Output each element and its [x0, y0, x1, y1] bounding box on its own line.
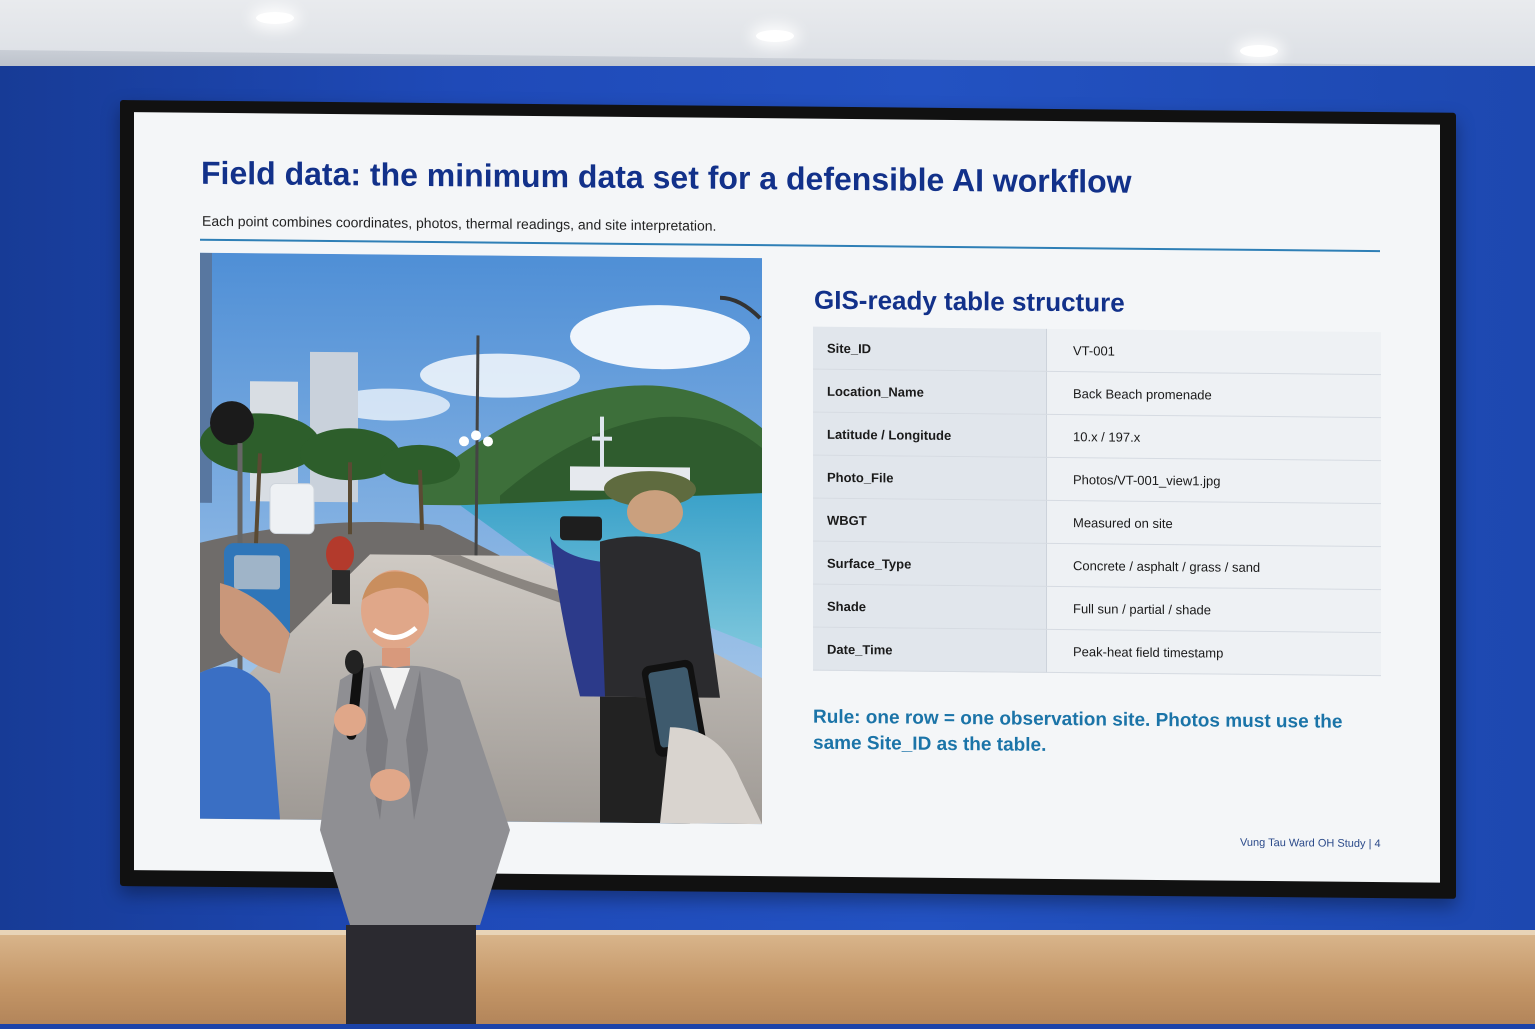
field-value: Measured on site [1046, 500, 1381, 547]
field-value: Full sun / partial / shade [1046, 586, 1381, 633]
slide-footer: Vung Tau Ward OH Study | 4 [1240, 836, 1381, 851]
ceiling-light [256, 12, 294, 24]
table-heading: GIS-ready table structure [814, 284, 1125, 318]
gis-table: Site_ID VT-001 Location_Name Back Beach … [813, 326, 1381, 676]
rule-note: Rule: one row = one observation site. Ph… [813, 706, 1343, 756]
table-row: Latitude / Longitude 10.x / 197.x [813, 412, 1381, 461]
table-row: Location_Name Back Beach promenade [813, 369, 1381, 418]
field-value: 10.x / 197.x [1046, 414, 1381, 461]
ceiling-light [756, 30, 794, 42]
field-name: Site_ID [813, 326, 1047, 372]
field-name: Surface_Type [813, 541, 1047, 587]
table-row: WBGT Measured on site [813, 498, 1381, 547]
title-divider [200, 238, 1380, 252]
slide-title: Field data: the minimum data set for a d… [201, 154, 1132, 200]
field-value: Concrete / asphalt / grass / sand [1046, 543, 1381, 590]
field-value: VT-001 [1046, 328, 1381, 375]
table-row: Surface_Type Concrete / asphalt / grass … [813, 541, 1381, 590]
field-name: Shade [813, 584, 1047, 630]
field-name: Location_Name [813, 369, 1047, 415]
presenter-illustration [320, 570, 510, 1024]
table-row: Date_Time Peak-heat field timestamp [813, 627, 1381, 676]
field-value: Photos/VT-001_view1.jpg [1046, 457, 1381, 504]
ceiling-light [1240, 45, 1278, 57]
table-row: Shade Full sun / partial / shade [813, 584, 1381, 633]
field-value: Peak-heat field timestamp [1046, 629, 1381, 676]
table-row: Photo_File Photos/VT-001_view1.jpg [813, 455, 1381, 504]
slide-subtitle: Each point combines coordinates, photos,… [202, 212, 717, 234]
field-name: Date_Time [813, 627, 1047, 673]
field-value: Back Beach promenade [1046, 371, 1381, 418]
field-name: Latitude / Longitude [813, 412, 1047, 458]
table-row: Site_ID VT-001 [813, 326, 1381, 375]
field-name: Photo_File [813, 455, 1047, 501]
field-name: WBGT [813, 498, 1047, 544]
stage-floor [0, 935, 1535, 1024]
presenter [310, 570, 520, 1024]
